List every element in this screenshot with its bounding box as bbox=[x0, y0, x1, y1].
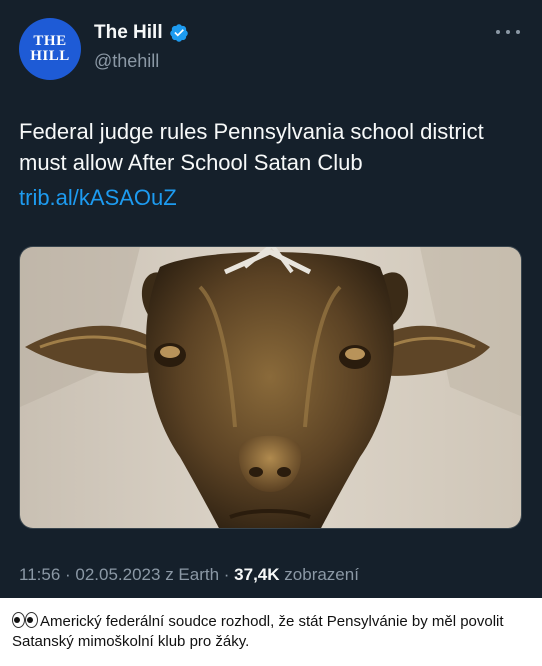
tweet-card: THE HILL The Hill @thehill Federal judge… bbox=[0, 0, 542, 598]
tweet-media-image[interactable] bbox=[19, 246, 522, 529]
handle[interactable]: @thehill bbox=[94, 51, 159, 72]
tweet-link[interactable]: trib.al/kASAOuZ bbox=[19, 182, 177, 213]
author-name-row[interactable]: The Hill bbox=[94, 22, 189, 44]
avatar[interactable]: THE HILL bbox=[19, 18, 81, 80]
avatar-text-line2: HILL bbox=[30, 48, 70, 64]
views-label: zobrazení bbox=[284, 565, 359, 584]
timestamp[interactable]: 11:56 · 02.05.2023 z Earth · bbox=[19, 565, 229, 584]
avatar-text-line1: THE bbox=[33, 33, 67, 49]
caption-text-block: Americký federální soudce rozhodl, že st… bbox=[12, 612, 532, 652]
eyes-emoji-icon bbox=[12, 612, 38, 628]
display-name[interactable]: The Hill bbox=[94, 22, 163, 44]
views-count: 37,4K bbox=[234, 565, 280, 584]
tweet-text: Federal judge rules Pennsylvania school … bbox=[19, 119, 484, 175]
verified-badge-icon bbox=[169, 24, 188, 42]
caption-text: Americký federální soudce rozhodl, že st… bbox=[12, 613, 504, 650]
tweet-metadata: 11:56 · 02.05.2023 z Earth · 37,4K zobra… bbox=[19, 565, 359, 585]
more-options-icon[interactable] bbox=[496, 22, 520, 42]
goat-statue-illustration bbox=[20, 247, 521, 528]
